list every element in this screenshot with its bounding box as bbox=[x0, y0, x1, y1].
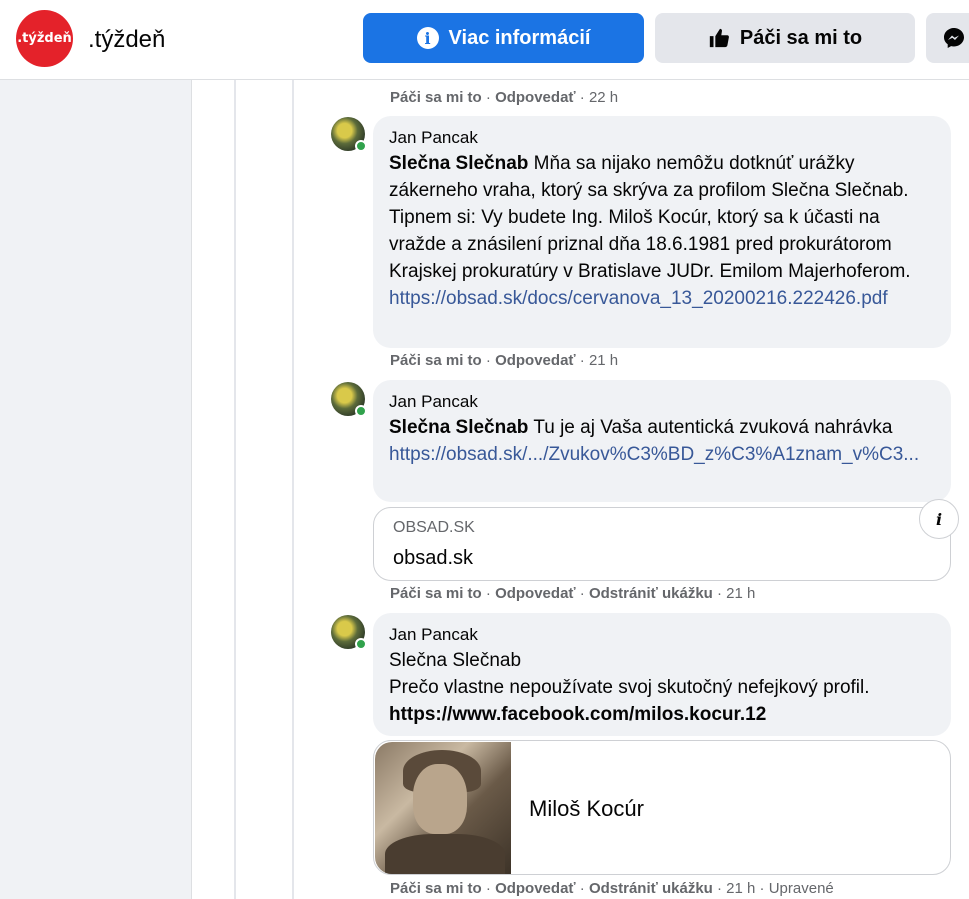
like-link[interactable]: Páči sa mi to bbox=[390, 880, 482, 897]
more-info-button[interactable]: i Viac informácií bbox=[363, 13, 644, 63]
like-link[interactable]: Páči sa mi to bbox=[390, 89, 482, 106]
photo-shirt bbox=[385, 834, 505, 874]
comment-body: Tu je aj Vaša autentická zvuková nahrávk… bbox=[528, 417, 893, 438]
photo-face bbox=[413, 764, 467, 834]
link-preview-card[interactable]: OBSAD.SK obsad.sk bbox=[373, 507, 951, 581]
comment-link[interactable]: https://obsad.sk/docs/cervanova_13_20200… bbox=[389, 288, 888, 309]
comment-bubble: Jan Pancak Slečna Slečnab Mňa sa nijako … bbox=[373, 116, 951, 348]
remove-preview-link[interactable]: Odstrániť ukážku bbox=[589, 880, 713, 897]
avatar[interactable] bbox=[331, 615, 367, 650]
messenger-icon bbox=[944, 28, 964, 48]
avatar[interactable] bbox=[331, 117, 367, 152]
edited-label[interactable]: Upravené bbox=[769, 880, 834, 897]
timestamp[interactable]: 21 h bbox=[589, 352, 618, 369]
mention-tag[interactable]: Slečna Slečnab bbox=[389, 417, 528, 438]
page-name[interactable]: .týždeň bbox=[88, 26, 165, 54]
preview-title: obsad.sk bbox=[393, 547, 474, 569]
comment-link[interactable]: https://obsad.sk/.../Zvukov%C3%BD_z%C3%A… bbox=[389, 444, 919, 465]
remove-preview-link[interactable]: Odstrániť ukážku bbox=[589, 585, 713, 602]
page-header: .týždeň .týždeň i Viac informácií Páči s… bbox=[0, 0, 969, 80]
like-link[interactable]: Páči sa mi to bbox=[390, 352, 482, 369]
like-link[interactable]: Páči sa mi to bbox=[390, 585, 482, 602]
like-page-button[interactable]: Páči sa mi to bbox=[655, 13, 915, 63]
comment-actions: Páči sa mi to · Odpovedať · Odstrániť uk… bbox=[390, 880, 834, 897]
timestamp[interactable]: 22 h bbox=[589, 89, 618, 106]
comment-actions: Páči sa mi to · Odpovedať · Odstrániť uk… bbox=[390, 585, 756, 602]
messenger-button[interactable] bbox=[926, 13, 969, 63]
reply-link[interactable]: Odpovedať bbox=[495, 89, 576, 106]
reply-link[interactable]: Odpovedať bbox=[495, 585, 576, 602]
profile-photo bbox=[375, 742, 511, 874]
reply-link[interactable]: Odpovedať bbox=[495, 880, 576, 897]
comment-text: Slečna Slečnab Mňa sa nijako nemôžu dotk… bbox=[389, 150, 935, 312]
comment-author[interactable]: Jan Pancak bbox=[389, 392, 935, 412]
online-status-dot bbox=[355, 140, 367, 152]
thumbs-up-icon bbox=[709, 28, 729, 48]
comment-text: Slečna Slečnab Tu je aj Vaša autentická … bbox=[389, 414, 935, 468]
like-page-label: Páči sa mi to bbox=[739, 26, 863, 49]
reply-thread-line bbox=[292, 80, 294, 899]
mention-tag[interactable]: Slečna Slečnab bbox=[389, 153, 528, 174]
comment-link[interactable]: https://www.facebook.com/milos.kocur.12 bbox=[389, 701, 935, 728]
comment-actions: Páči sa mi to · Odpovedať · 21 h bbox=[390, 352, 619, 369]
timestamp[interactable]: 21 h bbox=[726, 880, 755, 897]
logo-text: .týždeň bbox=[17, 31, 72, 46]
online-status-dot bbox=[355, 638, 367, 650]
preview-domain: OBSAD.SK bbox=[393, 519, 475, 536]
comment-actions: Páči sa mi to · Odpovedať · 22 h bbox=[390, 89, 619, 106]
mention-tag[interactable]: Slečna Slečnab bbox=[389, 647, 935, 674]
thread-line bbox=[234, 80, 236, 899]
timestamp[interactable]: 21 h bbox=[726, 585, 755, 602]
comment-author[interactable]: Jan Pancak bbox=[389, 128, 935, 148]
info-icon: i bbox=[416, 27, 439, 49]
comment-bubble: Jan Pancak Slečna Slečnab Prečo vlastne … bbox=[373, 613, 951, 736]
left-sidebar bbox=[0, 80, 192, 899]
online-status-dot bbox=[355, 405, 367, 417]
comment-body: Prečo vlastne nepoužívate svoj skutočný … bbox=[389, 677, 870, 698]
info-icon[interactable]: i bbox=[919, 499, 959, 539]
comment-bubble: Jan Pancak Slečna Slečnab Tu je aj Vaša … bbox=[373, 380, 951, 502]
reply-link[interactable]: Odpovedať bbox=[495, 352, 576, 369]
profile-preview-card[interactable]: Miloš Kocúr bbox=[373, 740, 951, 875]
avatar[interactable] bbox=[331, 382, 367, 417]
page-logo[interactable]: .týždeň bbox=[16, 10, 73, 67]
preview-title: Miloš Kocúr bbox=[529, 796, 644, 821]
comment-author[interactable]: Jan Pancak bbox=[389, 625, 935, 645]
more-info-label: Viac informácií bbox=[448, 26, 591, 49]
